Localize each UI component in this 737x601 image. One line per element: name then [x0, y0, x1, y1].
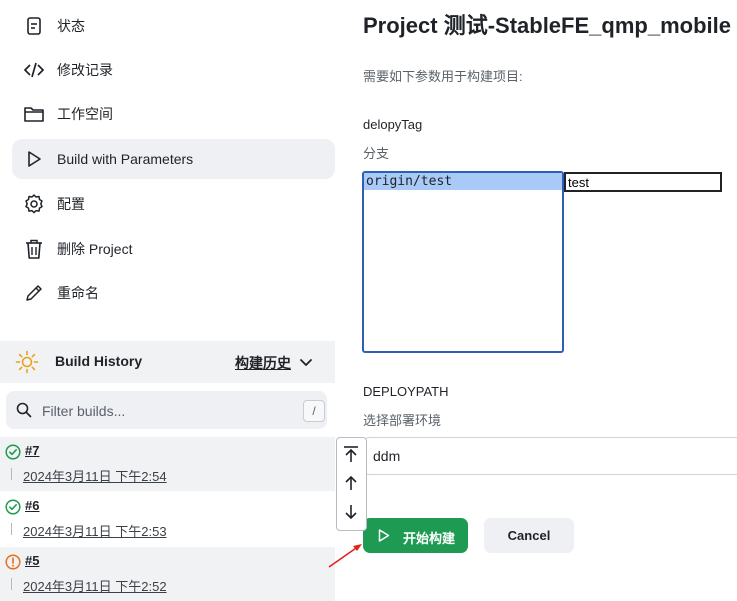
param-description: 选择部署环境 [363, 413, 442, 428]
folder-icon [22, 102, 46, 126]
sidebar-item-changes[interactable]: 修改记录 [12, 50, 335, 90]
param-name: DEPLOYPATH [363, 384, 449, 399]
sidebar-item-label: 重命名 [57, 285, 99, 301]
start-build-button[interactable]: 开始构建 [363, 518, 468, 553]
build-history-header: Build History 构建历史 [0, 341, 335, 383]
timeline-divider [11, 468, 12, 480]
weather-sun-icon [15, 350, 39, 374]
build-trend-link[interactable]: 构建历史 [235, 353, 291, 373]
warning-icon [5, 554, 21, 570]
select-option[interactable]: origin/test [364, 173, 562, 190]
start-build-label: 开始构建 [403, 531, 456, 546]
main-content: Project 测试-StableFE_qmp_mobile 需要如下参数用于构… [345, 0, 737, 583]
sidebar-item-configure[interactable]: 配置 [12, 184, 335, 224]
filter-builds: / [6, 391, 327, 429]
sidebar-item-label: 配置 [57, 196, 85, 212]
sidebar-item-build-with-parameters[interactable]: Build with Parameters [12, 139, 335, 179]
sidebar-item-label: 工作空间 [57, 106, 113, 122]
play-icon [22, 147, 46, 171]
pencil-icon [22, 281, 46, 305]
keyboard-shortcut-hint: / [303, 400, 325, 422]
gear-icon [22, 192, 46, 216]
deploy-path-input[interactable] [363, 437, 737, 475]
build-date-link[interactable]: 2024年3月11日 下午2:52 [23, 576, 167, 595]
timeline-divider [11, 523, 12, 535]
sidebar-item-label: 删除 Project [57, 241, 133, 257]
branch-filter-input[interactable] [564, 172, 722, 192]
filter-builds-input[interactable] [40, 397, 294, 425]
param-description: 分支 [363, 146, 390, 161]
build-history-title: Build History [55, 353, 143, 369]
code-icon [22, 58, 46, 82]
sidebar-item-label: Build with Parameters [57, 151, 194, 167]
build-number-link[interactable]: #5 [25, 553, 39, 568]
build-row: #7 2024年3月11日 下午2:54 [0, 437, 335, 491]
trash-icon [22, 237, 46, 261]
page-description: 需要如下参数用于构建项目: [363, 69, 523, 84]
search-icon [16, 402, 32, 418]
success-check-icon [5, 499, 21, 515]
sidebar-item-label: 状态 [57, 18, 85, 34]
build-row: #6 2024年3月11日 下午2:53 [0, 492, 335, 546]
document-icon [22, 14, 46, 38]
cancel-button[interactable]: Cancel [484, 518, 574, 553]
build-row: #5 2024年3月11日 下午2:52 [0, 547, 335, 601]
build-number-link[interactable]: #7 [25, 443, 39, 458]
success-check-icon [5, 444, 21, 460]
timeline-divider [11, 578, 12, 590]
scroll-to-top-icon[interactable] [341, 444, 361, 464]
scroll-nav-widget [336, 437, 367, 531]
sidebar-item-rename[interactable]: 重命名 [12, 273, 335, 313]
scroll-up-icon[interactable] [341, 473, 361, 493]
sidebar-item-label: 修改记录 [57, 62, 113, 78]
annotation-arrow-icon [328, 544, 362, 568]
build-date-link[interactable]: 2024年3月11日 下午2:53 [23, 521, 167, 540]
sidebar-item-status[interactable]: 状态 [12, 6, 335, 46]
scroll-down-icon[interactable] [341, 502, 361, 522]
chevron-down-icon[interactable] [296, 352, 316, 372]
sidebar-item-workspace[interactable]: 工作空间 [12, 94, 335, 134]
branch-select-list[interactable]: origin/test [362, 171, 564, 353]
sidebar: 状态 修改记录 工作空间 Build with Parameters 配置 删除… [0, 0, 345, 601]
page-title: Project 测试-StableFE_qmp_mobile [363, 13, 731, 38]
param-name: delopyTag [363, 117, 423, 132]
build-number-link[interactable]: #6 [25, 498, 39, 513]
build-date-link[interactable]: 2024年3月11日 下午2:54 [23, 466, 167, 485]
sidebar-item-delete-project[interactable]: 删除 Project [12, 229, 335, 269]
play-icon [378, 529, 390, 542]
